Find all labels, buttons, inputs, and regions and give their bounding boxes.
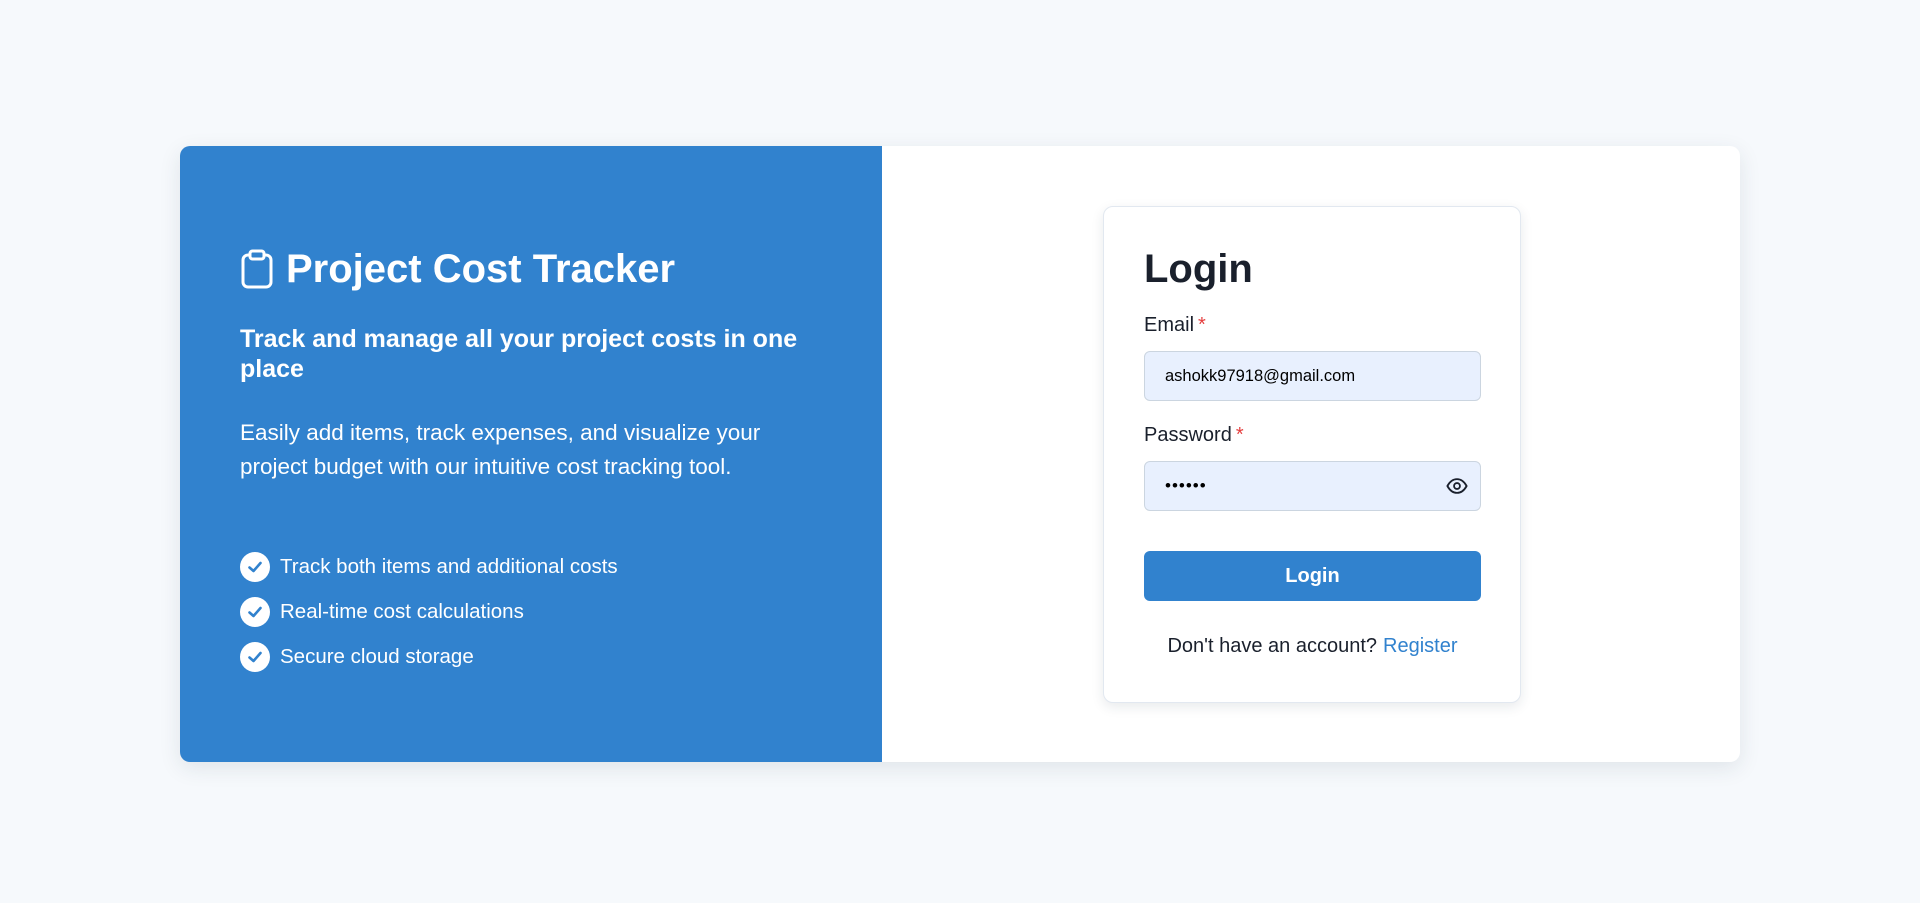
check-circle-icon [240, 596, 270, 627]
register-link[interactable]: Register [1383, 635, 1457, 657]
login-panel: Login Email* Password* Login [882, 146, 1740, 762]
feature-label: Real-time cost calculations [280, 599, 524, 623]
auth-card: Project Cost Tracker Track and manage al… [180, 146, 1740, 762]
hero-description: Easily add items, track expenses, and vi… [240, 420, 761, 479]
feature-item: Secure cloud storage [240, 634, 618, 679]
login-heading: Login [1144, 247, 1253, 291]
check-circle-icon [240, 551, 270, 582]
app-title: Project Cost Tracker [240, 242, 822, 296]
email-field-wrapper [1144, 351, 1481, 401]
feature-label: Track both items and additional costs [280, 554, 618, 578]
login-button[interactable]: Login [1144, 551, 1481, 601]
password-label: Password * [1144, 423, 1480, 447]
required-marker: * [1235, 424, 1244, 446]
hero-tagline: Track and manage all your project costs … [240, 325, 798, 383]
check-circle-icon [240, 641, 270, 672]
email-label-text: Email [1144, 314, 1195, 336]
password-field-wrapper [1144, 461, 1481, 511]
email-label: Email * [1144, 313, 1480, 337]
eye-icon[interactable] [1442, 471, 1472, 501]
email-field[interactable] [1145, 352, 1480, 400]
hero-panel: Project Cost Tracker Track and manage al… [180, 146, 882, 762]
feature-list: Track both items and additional costs Re… [240, 544, 618, 679]
feature-item: Real-time cost calculations [240, 589, 618, 634]
login-form: Login Email* Password* Login [1103, 206, 1521, 703]
register-prompt-text: Don't have an account? [1167, 635, 1378, 657]
clipboard-icon [240, 249, 274, 289]
app-name: Project Cost Tracker [286, 246, 676, 291]
feature-item: Track both items and additional costs [240, 544, 618, 589]
password-label-text: Password [1144, 424, 1232, 446]
required-marker: * [1198, 314, 1206, 336]
password-field[interactable] [1145, 462, 1480, 510]
register-prompt: Don't have an account? Register [1144, 635, 1481, 658]
feature-label: Secure cloud storage [280, 644, 474, 668]
